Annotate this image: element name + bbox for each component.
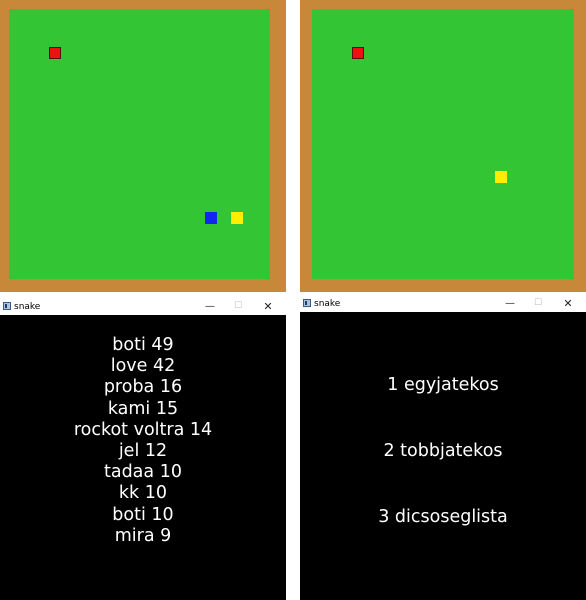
score-entry: tadaa 10 (0, 462, 286, 483)
score-entry: boti 10 (0, 505, 286, 526)
score-entry: boti 49 (0, 335, 286, 356)
player-score: 10 (159, 462, 182, 483)
player-score: 10 (144, 483, 168, 504)
player-name: kami (107, 398, 151, 419)
player-score: 42 (153, 356, 176, 377)
menu-window: snake — ☐ ✕ 1 egyjatekos 2 tobbjatekos 3… (300, 296, 586, 600)
play-field-left (9, 9, 270, 279)
player-score: 14 (189, 419, 213, 440)
minimize-button[interactable]: — (196, 299, 224, 315)
player-name: proba (103, 377, 155, 398)
player-score: 9 (160, 525, 172, 546)
highscore-list: boti 49 love 42 proba 16 kami 15 rockot … (0, 335, 286, 547)
title-bar[interactable]: snake — ☐ ✕ (0, 299, 286, 315)
player-name: boti (112, 335, 146, 355)
food-item (352, 47, 364, 59)
highscore-content: boti 49 love 42 proba 16 kami 15 rockot … (0, 315, 286, 600)
minimize-button[interactable]: — (496, 296, 524, 312)
score-entry: kami 15 (0, 399, 286, 420)
player-name: kk (118, 483, 140, 504)
player-score: 16 (159, 377, 183, 398)
score-entry: love 42 (0, 356, 286, 377)
maximize-button[interactable]: ☐ (524, 296, 552, 312)
score-entry: mira 9 (0, 526, 286, 547)
food-item (49, 47, 61, 59)
app-icon (303, 299, 311, 307)
menu-item-single-player[interactable]: 1 egyjatekos (300, 374, 586, 396)
player-score: 49 (151, 335, 174, 355)
snake-yellow-head (231, 212, 243, 224)
snake-blue-head (205, 212, 217, 224)
player-name: tadaa (103, 462, 155, 483)
snake-yellow-head (495, 171, 507, 183)
close-button[interactable]: ✕ (254, 299, 282, 315)
score-entry: rockot voltra 14 (0, 420, 286, 441)
window-title: snake (14, 302, 41, 312)
play-field-right (312, 9, 574, 279)
app-icon (3, 302, 11, 310)
game-board-left (0, 0, 286, 292)
window-title: snake (314, 299, 341, 309)
menu-item-highscores[interactable]: 3 dicsoseglista (300, 506, 586, 528)
player-score: 12 (144, 441, 168, 462)
player-name: love (110, 356, 148, 377)
score-entry: proba 16 (0, 377, 286, 398)
close-button[interactable]: ✕ (554, 296, 582, 312)
player-name: mira (114, 525, 155, 546)
player-name: jel (118, 441, 140, 462)
player-score: 15 (155, 398, 179, 419)
menu-item-multiplayer[interactable]: 2 tobbjatekos (300, 440, 586, 462)
highscore-window: snake — ☐ ✕ boti 49 love 42 proba 16 kam… (0, 299, 286, 600)
maximize-button[interactable]: ☐ (224, 299, 252, 315)
player-score: 10 (151, 504, 174, 525)
player-name: boti (112, 504, 146, 525)
menu-content: 1 egyjatekos 2 tobbjatekos 3 dicsoseglis… (300, 312, 586, 600)
score-entry: jel 12 (0, 441, 286, 462)
score-entry: kk 10 (0, 483, 286, 504)
title-bar[interactable]: snake — ☐ ✕ (300, 296, 586, 312)
player-name: rockot voltra (73, 419, 185, 440)
game-board-right (300, 0, 586, 292)
